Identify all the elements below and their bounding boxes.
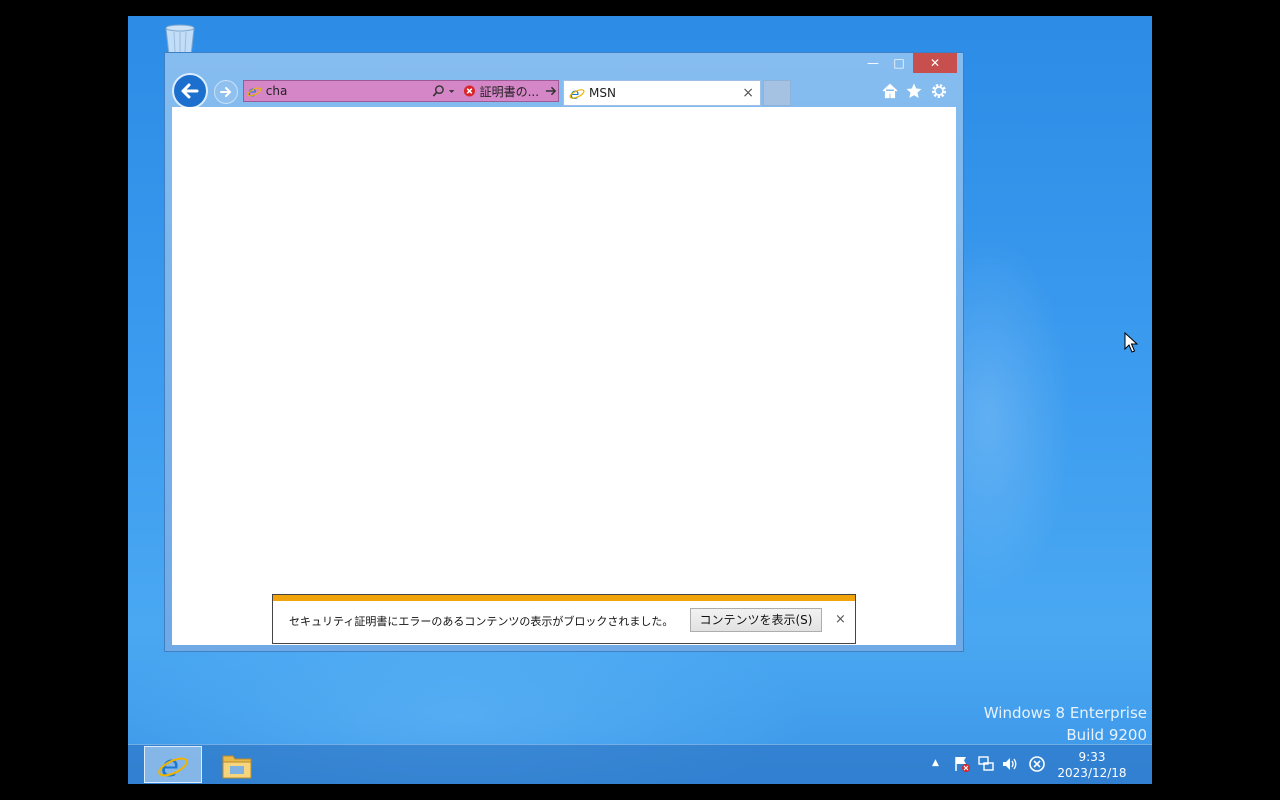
address-bar[interactable]: e cha 証明書の... — [243, 80, 559, 102]
tab-close-button[interactable]: × — [742, 85, 754, 101]
close-window-button[interactable]: ✕ — [913, 53, 957, 73]
cert-error-label[interactable]: 証明書の... — [480, 83, 539, 100]
clock-time: 9:33 — [1078, 750, 1106, 764]
favorites-star-icon[interactable] — [905, 82, 923, 100]
dropdown-icon[interactable] — [447, 86, 456, 96]
volume-icon[interactable] — [1001, 755, 1019, 773]
watermark-edition: Windows 8 Enterprise — [983, 704, 1147, 722]
notification-close-button[interactable]: × — [835, 612, 846, 627]
ie-logo-icon: e — [569, 85, 585, 101]
clock-date: 2023/12/18 — [1057, 766, 1127, 780]
address-input[interactable]: cha — [266, 84, 405, 98]
tray-overflow-button[interactable]: ▲ — [932, 758, 939, 768]
flag-icon[interactable] — [953, 755, 971, 773]
network-icon[interactable] — [977, 755, 995, 773]
show-content-button[interactable]: コンテンツを表示(S) — [690, 608, 822, 632]
minimize-button[interactable]: — — [861, 53, 885, 73]
notification-message: セキュリティ証明書にエラーのあるコンテンツの表示がブロックされました。 — [289, 615, 674, 628]
tab-title: MSN — [589, 86, 616, 100]
notification-stripe — [273, 595, 855, 601]
new-tab-button[interactable] — [763, 80, 791, 106]
ie-logo-icon: e — [247, 85, 262, 99]
cert-error-icon[interactable] — [463, 84, 476, 98]
page-content[interactable] — [172, 107, 956, 645]
watermark-build: Build 9200 — [1066, 726, 1147, 744]
tab-msn[interactable]: e MSN × — [563, 80, 761, 106]
taskbar-ie-button[interactable]: e — [144, 746, 202, 783]
error-circle-icon[interactable] — [1028, 755, 1046, 773]
forward-button[interactable] — [214, 80, 238, 104]
search-icon[interactable] — [432, 84, 445, 98]
taskbar-explorer-button[interactable] — [208, 746, 266, 783]
home-icon[interactable] — [881, 82, 899, 100]
taskbar-clock[interactable]: 9:33 2023/12/18 — [1048, 749, 1136, 781]
ie-logo-icon: e — [158, 749, 188, 781]
notification-bar: セキュリティ証明書にエラーのあるコンテンツの表示がブロックされました。 コンテン… — [272, 594, 856, 644]
desktop: — □ ✕ e cha 証明書の... e MSN × セキュリティ証明書にエラ… — [128, 16, 1152, 784]
folder-icon — [222, 755, 252, 778]
maximize-button[interactable]: □ — [887, 53, 911, 73]
go-arrow-icon[interactable] — [545, 84, 558, 98]
settings-gear-icon[interactable] — [930, 82, 948, 100]
ie-window: — □ ✕ e cha 証明書の... e MSN × — [164, 52, 964, 652]
back-button[interactable] — [172, 73, 208, 109]
recycle-bin-icon[interactable] — [160, 22, 200, 56]
back-arrow-icon — [181, 83, 199, 99]
mouse-cursor-icon — [1124, 332, 1138, 353]
forward-arrow-icon — [220, 87, 232, 97]
windows-watermark: Windows 8 Enterprise Build 9200 — [984, 702, 1147, 746]
taskbar: e ▲ 9:33 2023/12/18 — [128, 744, 1152, 784]
